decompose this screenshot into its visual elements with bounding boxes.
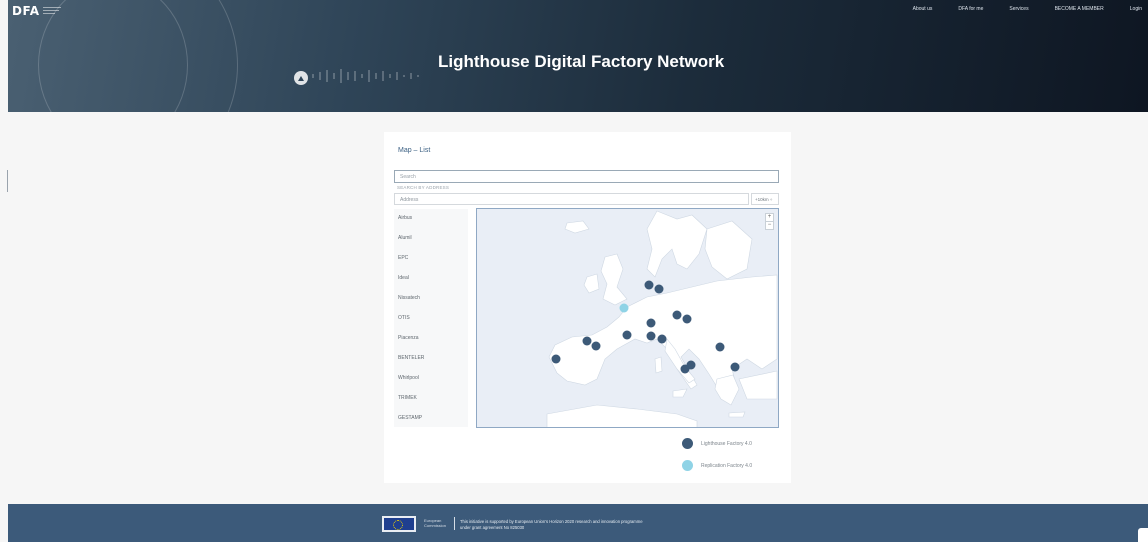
search-by-address-label: SEARCH BY ADDRESS [397,185,450,190]
page-title: Lighthouse Digital Factory Network [438,52,725,71]
soundwave-graphic [312,69,419,83]
europe-map[interactable]: + − [476,208,779,428]
logo[interactable]: DFA [12,4,65,18]
nav-about-us[interactable]: About us [913,6,933,12]
funding-notice: This initiative is supported by European… [460,519,643,530]
card-title: Map – List [398,147,431,154]
divider [7,170,8,192]
lighthouse-marker [646,331,656,341]
lighthouse-marker [682,314,692,324]
map-canvas [546,210,778,427]
list-item[interactable]: Ideal [398,275,409,281]
lighthouse-marker [654,284,664,294]
logo-text: DFA [12,4,40,18]
radius-select[interactable]: +10km ÷ [751,193,779,205]
list-item[interactable]: BENTELER [398,355,424,361]
lighthouse-marker [657,334,667,344]
arrow-up-icon [298,75,304,81]
list-item[interactable]: GESTAMP [398,415,422,421]
eu-flag-icon [382,516,416,532]
list-item[interactable]: TRIMEK [398,395,417,401]
list-item[interactable]: EPC [398,255,408,261]
footer: European Commission This initiative is s… [8,504,1148,542]
list-item[interactable]: Piacenza [398,335,419,341]
scroll-up-button[interactable] [294,71,308,85]
zoom-control: + − [765,213,774,230]
nav-login[interactable]: Login [1130,6,1142,12]
top-navigation-bar: DFA About us DFA for me Services BECOME … [8,0,1148,22]
search-input[interactable]: Search [394,170,779,183]
zoom-in-button[interactable]: + [766,214,773,222]
lighthouse-marker [672,310,682,320]
lighthouse-marker [680,364,690,374]
zoom-out-button[interactable]: − [766,222,773,230]
legend-label: Lighthouse Factory 4.0 [701,440,752,447]
replication-marker [619,303,629,313]
eu-commission-label: European Commission [424,518,447,528]
list-item[interactable]: Airbus [398,215,412,221]
address-input[interactable]: Address [394,193,749,205]
list-item[interactable]: Whirlpool [398,375,419,381]
company-list: Airbus Alumil EPC Ideal Nissatech OTIS P… [394,209,468,427]
nav-dfa-for-me[interactable]: DFA for me [958,6,983,12]
nav-services[interactable]: Services [1009,6,1028,12]
legend-label: Replication Factory 4.0 [701,462,753,469]
logo-subtitle [42,6,65,17]
nav-become-member[interactable]: BECOME A MEMBER [1055,6,1104,12]
list-item[interactable]: Nissatech [398,295,420,301]
lighthouse-marker [622,330,632,340]
map-list-card: Map – List Search SEARCH BY ADDRESS Addr… [384,132,791,483]
lighthouse-marker [644,280,654,290]
legend-replication: Replication Factory 4.0 [682,460,752,471]
chat-widget-button[interactable] [1138,528,1148,542]
lighthouse-marker [591,341,601,351]
lighthouse-factory-icon [682,438,693,449]
main-nav: About us DFA for me Services BECOME A ME… [887,6,1142,12]
lighthouse-marker [646,318,656,328]
lighthouse-marker [715,342,725,352]
list-item[interactable]: Alumil [398,235,412,241]
divider [454,517,455,530]
list-item[interactable]: OTIS [398,315,410,321]
lighthouse-marker [582,336,592,346]
lighthouse-marker [551,354,561,364]
replication-factory-icon [682,460,693,471]
legend-lighthouse: Lighthouse Factory 4.0 [682,438,752,449]
lighthouse-marker [730,362,740,372]
